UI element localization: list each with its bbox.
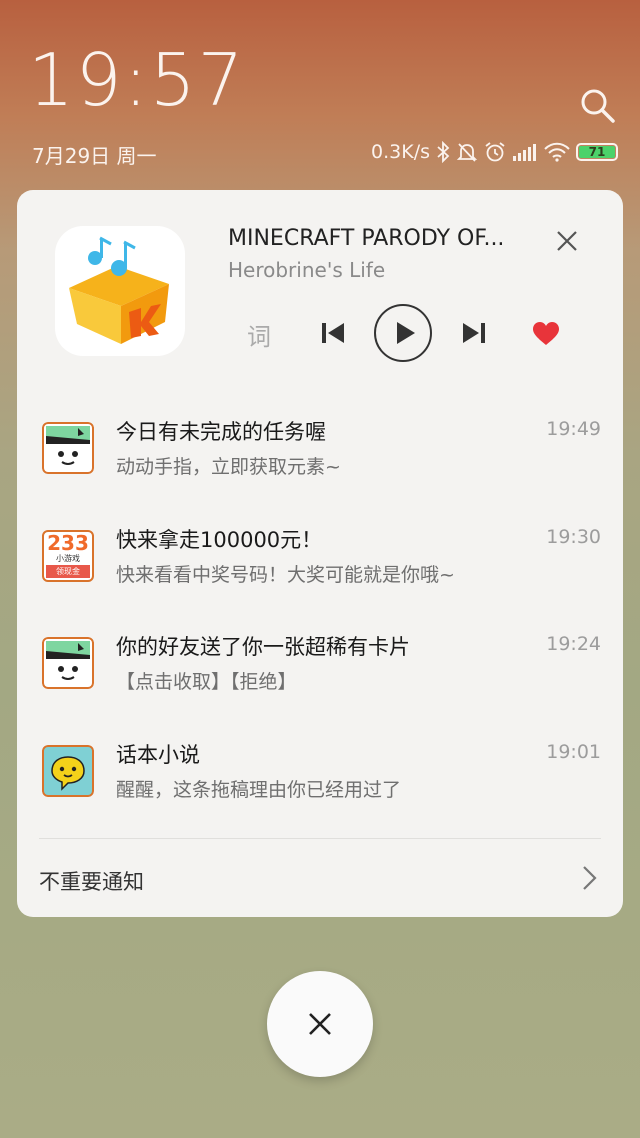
icon-text-sub: 小游戏 — [56, 554, 80, 563]
notification-title: 快来拿走100000元！ — [116, 528, 323, 552]
divider — [39, 838, 601, 839]
game-app-icon — [42, 637, 94, 689]
notification-body: 快来看看中奖号码！大奖可能就是你哦~ — [116, 564, 455, 586]
notification-body: 醒醒，这条拖稿理由你已经用过了 — [116, 779, 402, 801]
notification-time: 19:01 — [546, 741, 601, 763]
alarm-icon — [484, 141, 506, 163]
notification-item[interactable]: 233 小游戏 领现金 快来拿走100000元！ 快来看看中奖号码！大奖可能就是… — [17, 498, 623, 598]
play-button[interactable] — [374, 304, 432, 362]
close-icon — [309, 1013, 331, 1035]
previous-track-icon[interactable] — [320, 321, 346, 345]
bluetooth-icon — [436, 141, 450, 163]
notification-panel: MINECRAFT PARODY OF... Herobrine's Life … — [17, 190, 623, 917]
status-icons: 0.3K/s 71 — [371, 138, 618, 166]
icon-text-main: 233 — [47, 531, 89, 555]
mute-bell-icon — [456, 141, 478, 163]
unimportant-notifications-link[interactable]: 不重要通知 — [39, 866, 144, 896]
heart-icon[interactable] — [532, 321, 560, 347]
notification-title: 今日有未完成的任务喔 — [116, 420, 326, 444]
notification-body: 【点击收取】【拒绝】 — [116, 671, 297, 693]
signal-icon — [512, 142, 538, 162]
icon-text-bottom: 领现金 — [46, 565, 90, 578]
notification-time: 19:24 — [546, 633, 601, 655]
game-app-icon — [42, 422, 94, 474]
lyrics-button[interactable]: 词 — [247, 317, 271, 352]
notification-item[interactable]: 今日有未完成的任务喔 动动手指，立即获取元素~ 19:49 — [17, 390, 623, 490]
notification-time: 19:30 — [546, 526, 601, 548]
next-track-icon[interactable] — [461, 321, 487, 345]
notification-body: 动动手指，立即获取元素~ — [116, 456, 341, 478]
notification-time: 19:49 — [546, 418, 601, 440]
clear-all-button[interactable] — [267, 971, 373, 1077]
battery-icon: 71 — [576, 143, 618, 161]
notification-title: 你的好友送了你一张超稀有卡片 — [116, 635, 410, 659]
lockscreen-clock: 19:57 — [28, 38, 246, 122]
music-app-icon[interactable] — [55, 226, 185, 356]
novel-app-icon — [42, 745, 94, 797]
lockscreen-date: 7月29日 周一 — [32, 144, 157, 168]
close-icon[interactable] — [554, 228, 580, 254]
media-title: MINECRAFT PARODY OF... — [228, 226, 505, 251]
notification-item[interactable]: 话本小说 醒醒，这条拖稿理由你已经用过了 19:01 — [17, 713, 623, 813]
notification-title: 话本小说 — [116, 743, 200, 767]
chevron-right-icon[interactable] — [579, 864, 599, 892]
wifi-icon — [544, 142, 570, 162]
notification-item[interactable]: 你的好友送了你一张超稀有卡片 【点击收取】【拒绝】 19:24 — [17, 605, 623, 705]
233-game-icon: 233 小游戏 领现金 — [42, 530, 94, 582]
media-artist: Herobrine's Life — [228, 258, 386, 282]
search-icon[interactable] — [578, 86, 618, 126]
network-speed: 0.3K/s — [371, 141, 430, 163]
battery-level: 71 — [579, 146, 615, 158]
